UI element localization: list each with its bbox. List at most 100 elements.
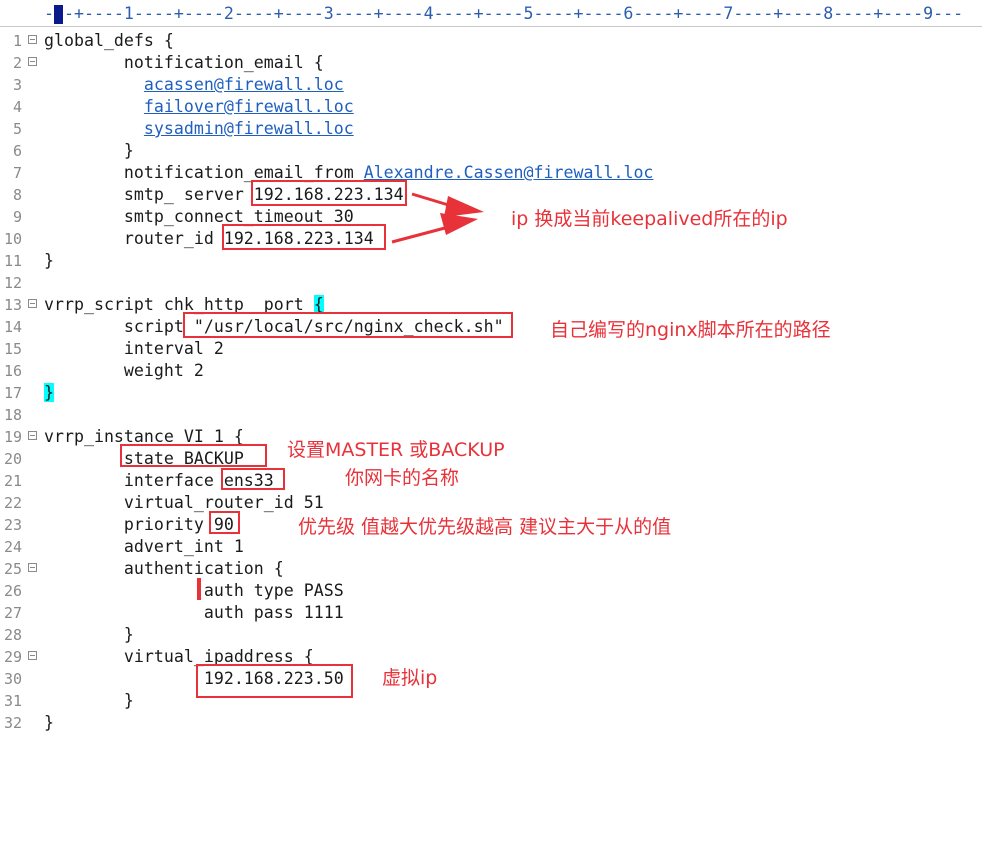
code-line[interactable]: 4 failover@firewall.loc (0, 96, 982, 118)
fold-toggle-icon[interactable] (28, 563, 37, 572)
code-line[interactable]: 22 virtual_router_id 51 (0, 492, 982, 514)
fold-toggle-icon[interactable] (28, 651, 37, 660)
line-number: 18 (3, 406, 22, 424)
line-number: 16 (3, 362, 22, 380)
line-number: 10 (3, 230, 22, 248)
fold-toggle-icon[interactable] (28, 57, 37, 66)
code-line[interactable]: 27 auth pass 1111 (0, 602, 982, 624)
code-line[interactable]: 21 interface ens33 (0, 470, 982, 492)
line-number: 25 (3, 560, 22, 578)
code-line[interactable]: 2 notification_email { (0, 52, 982, 74)
line-number: 1 (12, 32, 22, 50)
column-ruler: ---+----1----+----2----+----3----+----4-… (0, 0, 982, 28)
code-token: interval 2 (44, 339, 224, 358)
email-link[interactable]: sysadmin@firewall.loc (144, 119, 354, 138)
line-number: 23 (3, 516, 22, 534)
code-text: notification_email { (44, 52, 324, 74)
line-number: 11 (3, 252, 22, 270)
code-line[interactable]: 8 smtp_ server 192.168.223.134 (0, 184, 982, 206)
line-number: 7 (12, 164, 22, 182)
code-line[interactable]: 12 (0, 272, 982, 294)
line-number: 4 (12, 98, 22, 116)
line-number: 12 (3, 274, 22, 292)
code-token: advert_int 1 (44, 537, 244, 556)
auth-marker (197, 578, 201, 600)
code-token: global_defs { (44, 31, 174, 50)
script-note: 自己编写的nginx脚本所在的路径 (550, 319, 831, 341)
line-number: 15 (3, 340, 22, 358)
email-link[interactable]: Alexandre.Cassen@firewall.loc (364, 163, 654, 182)
code-line[interactable]: 6 } (0, 140, 982, 162)
code-text: sysadmin@firewall.loc (44, 118, 354, 140)
code-line[interactable]: 30 192.168.223.50 (0, 668, 982, 690)
line-number: 14 (3, 318, 22, 336)
code-line[interactable]: 25 authentication { (0, 558, 982, 580)
code-token: } (44, 625, 134, 644)
code-text: global_defs { (44, 30, 174, 52)
code-token: } (44, 251, 54, 270)
code-text: } (44, 712, 54, 734)
code-line[interactable]: 32} (0, 712, 982, 734)
state-highlight (120, 444, 267, 467)
line-number: 21 (3, 472, 22, 490)
code-text: } (44, 140, 134, 162)
code-line[interactable]: 11} (0, 250, 982, 272)
email-link[interactable]: acassen@firewall.loc (144, 75, 344, 94)
code-token: authentication { (44, 559, 284, 578)
ruler-caret-marker (54, 5, 63, 24)
code-line[interactable]: 26 auth type PASS (0, 580, 982, 602)
router-id-ip-highlight (222, 224, 386, 250)
line-number: 24 (3, 538, 22, 556)
code-line[interactable]: 15 interval 2 (0, 338, 982, 360)
code-token: auth pass 1111 (44, 603, 344, 622)
fold-toggle-icon[interactable] (28, 299, 37, 308)
email-link[interactable]: failover@firewall.loc (144, 97, 354, 116)
fold-toggle-icon[interactable] (28, 431, 37, 440)
code-token: priority 90 (44, 515, 234, 534)
line-number: 22 (3, 494, 22, 512)
code-token: } (44, 713, 54, 732)
code-line[interactable]: 29 virtual_ipaddress { (0, 646, 982, 668)
interface-highlight (221, 468, 285, 490)
code-text: weight 2 (44, 360, 204, 382)
code-line[interactable]: 10 router_id 192.168.223.134 (0, 228, 982, 250)
code-line[interactable]: 1 global_defs { (0, 30, 982, 52)
code-text: auth type PASS (44, 580, 344, 602)
code-text: } (44, 624, 134, 646)
matched-brace: } (44, 383, 54, 402)
code-line[interactable]: 28 } (0, 624, 982, 646)
code-token: } (44, 141, 134, 160)
code-line[interactable]: 24 advert_int 1 (0, 536, 982, 558)
virtual-ip-highlight (196, 664, 353, 698)
state-note: 设置MASTER 或BACKUP (287, 439, 505, 461)
code-text: auth pass 1111 (44, 602, 344, 624)
code-text: virtual_router_id 51 (44, 492, 324, 514)
line-number: 5 (12, 120, 22, 138)
code-token: } (44, 691, 134, 710)
code-text: } (44, 382, 54, 404)
fold-toggle-icon[interactable] (28, 35, 37, 44)
code-text: } (44, 690, 134, 712)
line-number: 27 (3, 604, 22, 622)
line-number: 2 (12, 54, 22, 72)
code-line[interactable]: 3 acassen@firewall.loc (0, 74, 982, 96)
line-number: 20 (3, 450, 22, 468)
code-line[interactable]: 31 } (0, 690, 982, 712)
code-line[interactable]: 17} (0, 382, 982, 404)
code-line[interactable]: 18 (0, 404, 982, 426)
code-line[interactable]: 5 sysadmin@firewall.loc (0, 118, 982, 140)
line-number: 28 (3, 626, 22, 644)
script-path-highlight (183, 312, 513, 338)
code-text: acassen@firewall.loc (44, 74, 344, 96)
line-number: 30 (3, 670, 22, 688)
code-line[interactable]: 9 smtp_connect_timeout 30 (0, 206, 982, 228)
code-text: } (44, 250, 54, 272)
code-line[interactable]: 16 weight 2 (0, 360, 982, 382)
code-text: interval 2 (44, 338, 224, 360)
interface-note: 你网卡的名称 (345, 467, 460, 489)
code-line[interactable]: 7 notification_email_from Alexandre.Cass… (0, 162, 982, 184)
line-number: 3 (12, 76, 22, 94)
